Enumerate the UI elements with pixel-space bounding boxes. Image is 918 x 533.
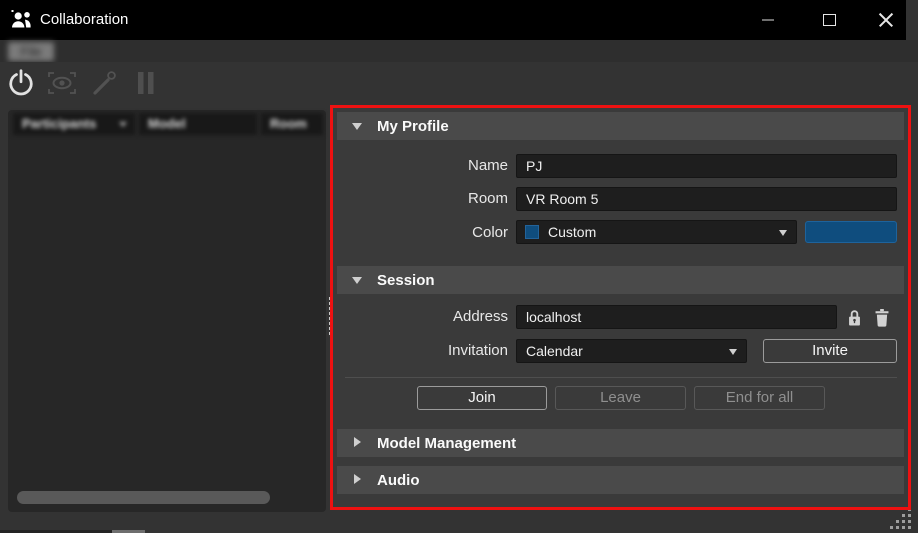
chevron-down-icon: [729, 349, 737, 355]
name-label: Name: [467, 157, 508, 174]
chevron-right-icon: [354, 474, 361, 484]
section-header-model-management[interactable]: Model Management: [337, 429, 904, 457]
section-title: Model Management: [377, 434, 517, 452]
menu-bar: File: [0, 40, 918, 62]
column-header-room[interactable]: Room: [261, 113, 323, 135]
invitation-dropdown[interactable]: Calendar: [516, 339, 747, 363]
title-bar: Collaboration: [0, 0, 906, 40]
chevron-down-icon: [352, 123, 362, 130]
clear-address-button[interactable]: [873, 306, 891, 328]
leave-button[interactable]: Leave: [555, 386, 686, 410]
room-label: Room: [467, 190, 508, 207]
power-button[interactable]: [3, 65, 39, 101]
invite-button[interactable]: Invite: [763, 339, 897, 363]
window-title: Collaboration: [40, 11, 129, 28]
maximize-icon: [822, 14, 836, 26]
room-input[interactable]: [516, 187, 897, 211]
column-label: Model: [148, 116, 186, 131]
divider: [345, 377, 897, 378]
invitation-label: Invitation: [447, 342, 508, 359]
color-swatch: [525, 225, 539, 239]
minimize-icon: [762, 19, 774, 21]
pointer-button[interactable]: [86, 65, 122, 101]
collaboration-window: Collaboration File Participants Model Ro…: [0, 0, 918, 533]
trash-icon: [875, 308, 889, 327]
invitation-dropdown-value: Calendar: [526, 343, 583, 359]
panel-splitter[interactable]: [329, 297, 330, 335]
resize-grip-icon[interactable]: [890, 508, 913, 531]
chevron-right-icon: [354, 437, 361, 447]
color-dropdown[interactable]: Custom: [516, 220, 797, 244]
settings-panel: My Profile Name Room Color Custom Sessio…: [332, 107, 910, 509]
color-dropdown-value: Custom: [548, 224, 597, 240]
chevron-down-icon: [352, 277, 362, 284]
participants-table: Participants Model Room: [8, 110, 326, 512]
power-icon: [9, 69, 33, 96]
chevron-down-icon: [779, 230, 787, 236]
name-input[interactable]: [516, 154, 897, 178]
pointer-wand-icon: [93, 71, 116, 95]
address-label: Address: [452, 308, 508, 325]
menu-item-file[interactable]: File: [8, 42, 54, 61]
section-header-my-profile[interactable]: My Profile: [337, 112, 904, 140]
column-header-participants[interactable]: Participants: [13, 113, 135, 135]
column-header-model[interactable]: Model: [139, 113, 257, 135]
custom-color-button[interactable]: [805, 221, 897, 243]
join-button[interactable]: Join: [417, 386, 547, 410]
column-label: Room: [270, 116, 307, 131]
horizontal-scrollbar[interactable]: [17, 491, 270, 504]
section-title: Session: [377, 271, 435, 289]
observe-button[interactable]: [44, 65, 80, 101]
sort-arrow-icon: [119, 122, 127, 127]
lock-address-button[interactable]: [845, 306, 863, 328]
toolbar: [0, 62, 918, 104]
eye-scan-icon: [48, 72, 76, 94]
minimize-button[interactable]: [746, 0, 790, 40]
pause-button[interactable]: [128, 65, 164, 101]
section-header-session[interactable]: Session: [337, 266, 904, 294]
column-label: Participants: [22, 116, 97, 131]
section-title: Audio: [377, 471, 420, 489]
close-icon: [878, 12, 894, 28]
close-button[interactable]: [864, 0, 908, 40]
section-header-audio[interactable]: Audio: [337, 466, 904, 494]
pause-icon: [138, 72, 154, 94]
color-label: Color: [472, 224, 508, 241]
maximize-button[interactable]: [807, 0, 851, 40]
address-input[interactable]: [516, 305, 837, 329]
people-icon: [11, 10, 31, 28]
end-for-all-button[interactable]: End for all: [694, 386, 825, 410]
lock-icon: [848, 309, 860, 325]
section-title: My Profile: [377, 117, 449, 135]
